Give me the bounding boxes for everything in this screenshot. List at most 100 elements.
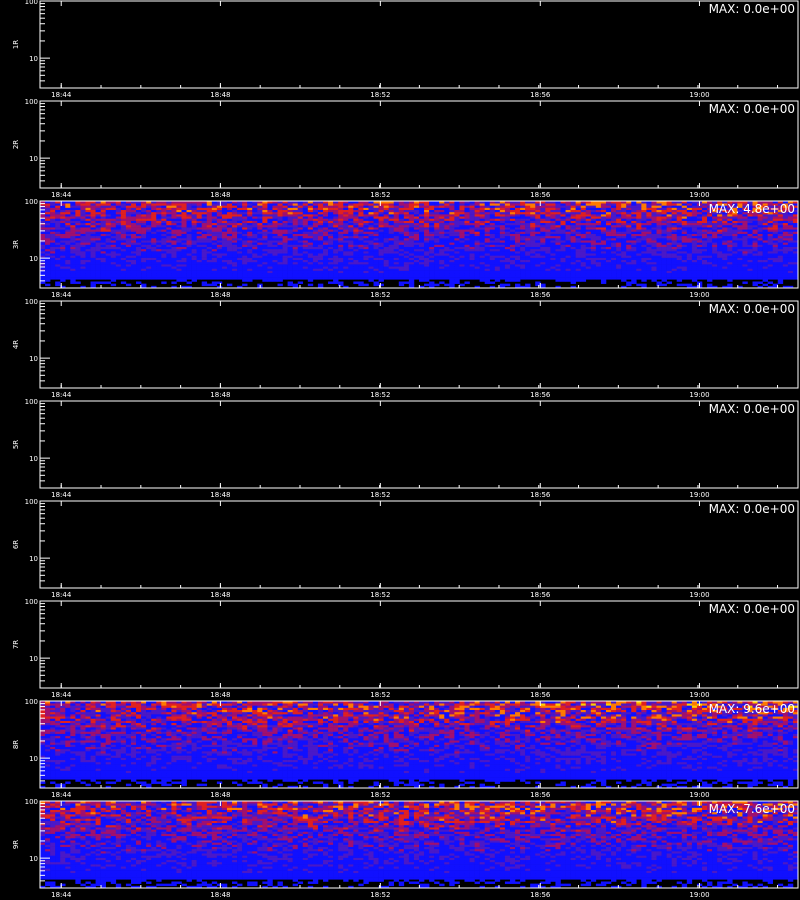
heatmap-cell <box>509 257 516 261</box>
heatmap-cell <box>221 235 228 239</box>
heatmap-cell <box>499 237 506 241</box>
heatmap-cell <box>368 242 374 245</box>
heatmap-cell <box>555 251 561 254</box>
heatmap-cell <box>252 220 258 224</box>
heatmap-cell <box>176 218 182 221</box>
heatmap-cell <box>151 233 157 237</box>
heatmap-cell <box>757 244 763 247</box>
heatmap-cell <box>419 274 425 278</box>
heatmap-cell <box>307 216 314 219</box>
heatmap-cell <box>136 227 142 230</box>
heatmap-cell <box>681 211 688 215</box>
heatmap-cell <box>272 233 278 237</box>
heatmap-cell <box>95 222 101 226</box>
heatmap-cell <box>176 242 182 245</box>
heatmap-cell <box>484 248 491 252</box>
heatmap-cell <box>221 246 228 250</box>
heatmap-cell <box>737 261 743 265</box>
heatmap-cell <box>580 233 587 237</box>
heatmap-cell <box>65 272 71 276</box>
heatmap-cell <box>479 222 485 226</box>
heatmap-cell <box>777 253 784 256</box>
heatmap-cell <box>575 255 581 258</box>
heatmap-cell <box>136 216 142 219</box>
heatmap-cell <box>343 268 349 271</box>
heatmap-cell <box>565 242 571 245</box>
heatmap-cell <box>605 244 612 247</box>
heatmap-cell <box>707 220 713 224</box>
heatmap-cell <box>742 261 748 265</box>
heatmap-cell <box>267 255 273 258</box>
heatmap-cell <box>257 259 263 263</box>
heatmap-cell <box>651 242 657 245</box>
heatmap-cell <box>237 224 243 228</box>
heatmap-cell <box>757 274 763 278</box>
heatmap-cell <box>449 220 455 224</box>
heatmap-cell <box>100 274 106 278</box>
heatmap-cell <box>242 244 248 247</box>
heatmap-cell <box>631 251 637 254</box>
heatmap-cell <box>277 244 283 247</box>
heatmap-cell <box>489 224 496 228</box>
heatmap-cell <box>429 259 435 263</box>
heatmap-cell <box>130 211 137 215</box>
heatmap-cell <box>156 255 162 258</box>
heatmap-cell <box>216 255 223 258</box>
heatmap-cell <box>727 242 733 245</box>
heatmap-cell <box>499 272 506 276</box>
heatmap-cell <box>120 229 127 232</box>
heatmap-cell <box>479 277 485 280</box>
heatmap-cell <box>176 240 182 243</box>
heatmap-cell <box>545 242 551 245</box>
heatmap-cell <box>50 220 56 224</box>
heatmap-cell <box>605 237 612 241</box>
heatmap-cell <box>70 257 76 261</box>
heatmap-cell <box>110 235 117 239</box>
heatmap-cell <box>247 279 253 282</box>
heatmap-cell <box>136 264 142 267</box>
heatmap-cell <box>722 251 728 254</box>
heatmap-cell <box>641 244 647 247</box>
heatmap-cell <box>186 277 192 280</box>
heatmap-cell <box>196 244 202 247</box>
heatmap-cell <box>641 272 647 276</box>
heatmap-cell <box>277 222 283 226</box>
heatmap-cell <box>383 214 389 217</box>
heatmap-cell <box>464 259 470 263</box>
heatmap-cell <box>515 242 521 245</box>
heatmap-cell <box>408 216 415 219</box>
heatmap-cell <box>504 261 511 265</box>
heatmap-cell <box>226 277 233 280</box>
heatmap-cell <box>221 211 228 215</box>
heatmap-cell <box>611 277 617 280</box>
heatmap-cell <box>454 251 460 254</box>
heatmap-cell <box>141 259 147 263</box>
heatmap-cell <box>777 266 784 269</box>
heatmap-cell <box>232 268 238 271</box>
heatmap-cell <box>338 268 344 271</box>
heatmap-cell <box>767 220 774 224</box>
heatmap-cell <box>424 244 430 247</box>
heatmap-cell <box>338 274 344 278</box>
heatmap-cell <box>752 264 758 267</box>
heatmap-cell <box>474 231 480 234</box>
heatmap-cell <box>272 266 278 269</box>
heatmap-cell <box>40 224 46 228</box>
heatmap-cell <box>226 261 233 265</box>
heatmap-cell <box>631 218 637 221</box>
heatmap-cell <box>221 264 228 267</box>
heatmap-cell <box>232 255 238 258</box>
heatmap-cell <box>787 227 794 230</box>
heatmap-cell <box>368 211 374 215</box>
heatmap-cell <box>328 268 334 271</box>
heatmap-cell <box>540 224 546 228</box>
heatmap-cell <box>712 261 718 265</box>
heatmap-cell <box>727 231 733 234</box>
heatmap-cell <box>439 268 445 271</box>
heatmap-cell <box>393 224 400 228</box>
heatmap-cell <box>464 257 470 261</box>
heatmap-cell <box>201 270 208 274</box>
heatmap-cell <box>434 218 440 221</box>
heatmap-cell <box>55 253 61 256</box>
heatmap-cell <box>737 231 743 234</box>
